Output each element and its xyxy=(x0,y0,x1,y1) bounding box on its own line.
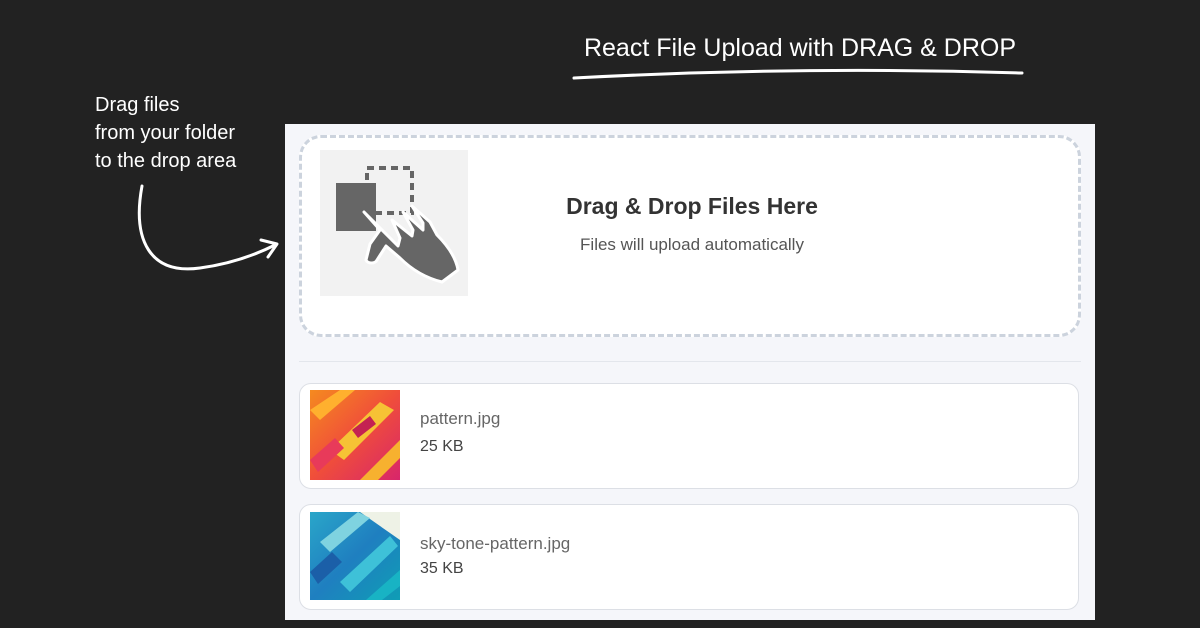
curved-arrow-icon xyxy=(137,184,279,271)
hint-line: to the drop area xyxy=(95,150,237,172)
file-item[interactable]: pattern.jpg 25 KB xyxy=(299,383,1079,489)
drop-zone[interactable]: Drag & Drop Files Here Files will upload… xyxy=(299,135,1081,337)
divider xyxy=(299,361,1081,362)
hint-text: Drag files from your folder to the drop … xyxy=(95,91,295,175)
hint-line: from your folder xyxy=(95,122,236,144)
banner-title: React File Upload with DRAG & DROP xyxy=(583,34,1017,62)
file-thumbnail xyxy=(310,512,400,602)
file-item[interactable]: sky-tone-pattern.jpg 35 KB xyxy=(299,504,1079,610)
file-thumbnail xyxy=(310,390,400,480)
file-name: pattern.jpg xyxy=(420,409,501,428)
file-size: 35 KB xyxy=(420,560,464,577)
title-underline-decoration xyxy=(572,68,1024,80)
file-size: 25 KB xyxy=(420,438,464,455)
hint-line: Drag files xyxy=(95,94,180,116)
drop-zone-heading: Drag & Drop Files Here xyxy=(566,193,818,219)
upload-panel: Drag & Drop Files Here Files will upload… xyxy=(285,124,1095,620)
drop-zone-subtext: Files will upload automatically xyxy=(580,235,804,254)
drag-hand-icon xyxy=(320,150,468,296)
file-name: sky-tone-pattern.jpg xyxy=(420,534,571,553)
